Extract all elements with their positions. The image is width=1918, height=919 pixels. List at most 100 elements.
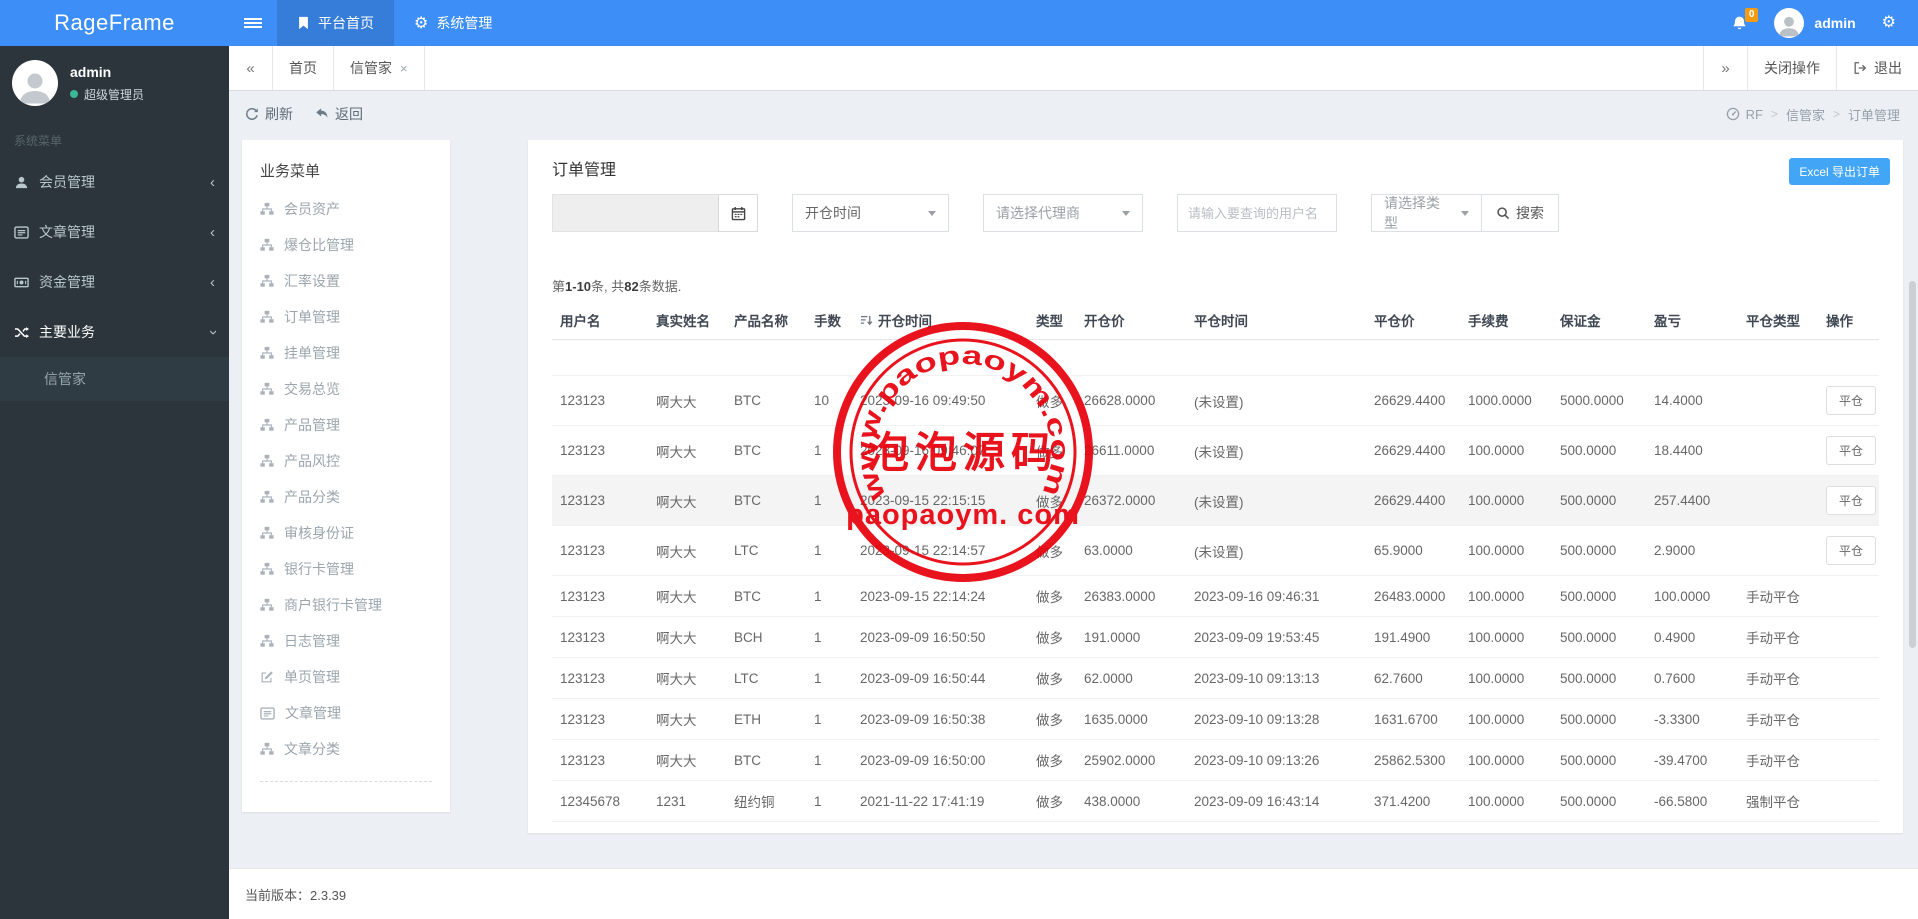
table-cell: 做多 — [1028, 780, 1076, 822]
open-time-select[interactable]: 开仓时间 — [792, 194, 949, 232]
sidebar-item-3[interactable]: 主要业务 ‹ — [0, 307, 229, 357]
business-menu-item-4[interactable]: 挂单管理 — [260, 335, 432, 371]
table-cell: 1635.0000 — [1076, 698, 1186, 740]
table-cell: 2023-09-10 09:13:26 — [1186, 739, 1366, 781]
breadcrumb-root[interactable]: RF — [1726, 107, 1763, 122]
close-position-button[interactable]: 平仓 — [1826, 436, 1877, 465]
table-cell: 100.0000 — [1460, 657, 1552, 699]
table-cell: LTC — [726, 525, 806, 576]
chevron-down-icon — [928, 210, 936, 216]
business-menu-item-11[interactable]: 商户银行卡管理 — [260, 587, 432, 623]
table-row: 123123 啊大大 BTC 1 2023-09-15 22:15:15 做多 26372.… — [552, 475, 1879, 526]
table-cell: 做多 — [1028, 425, 1076, 476]
sidebar: admin 超级管理员 系统菜单 会员管理 ‹ 文章管理 ‹ 资金管理 ‹ 主要业务 ‹ 信管… — [0, 46, 229, 919]
sidebar-item-0[interactable]: 会员管理 ‹ — [0, 157, 229, 207]
user-menu-button[interactable]: admin — [1774, 8, 1856, 38]
business-menu-item-1[interactable]: 爆仓比管理 — [260, 227, 432, 263]
table-cell: 0.7600 — [1646, 657, 1738, 699]
status-dot — [70, 90, 78, 98]
username-search-input[interactable] — [1177, 194, 1337, 232]
business-menu-item-6[interactable]: 产品管理 — [260, 407, 432, 443]
table-cell: 123123 — [552, 657, 648, 699]
table-cell: -66.5800 — [1646, 780, 1738, 822]
close-tab-icon[interactable]: × — [400, 61, 408, 76]
footer: 当前版本：2.3.39 — [229, 868, 1918, 919]
sidebar-item-xinguanjia[interactable]: 信管家 — [0, 357, 229, 401]
close-operations-button[interactable]: 关闭操作 — [1747, 46, 1836, 90]
excel-export-button[interactable]: Excel 导出订单 — [1789, 158, 1890, 185]
nav-item-1[interactable]: ⚙ 系统管理 — [394, 0, 512, 46]
table-cell: 123123 — [552, 525, 648, 576]
sortable-column-header[interactable]: 开仓时间 — [860, 310, 932, 330]
table-row: 123123 啊大大 ETH 1 2023-09-09 16:50:38 做多 1635.0… — [552, 698, 1879, 740]
business-menu-item-8[interactable]: 产品分类 — [260, 479, 432, 515]
nav-item-0[interactable]: 平台首页 — [277, 0, 394, 46]
table-cell: BTC — [726, 375, 806, 426]
breadcrumb-xinguanjia[interactable]: 信管家 — [1786, 105, 1825, 124]
breadcrumb-order-management: 订单管理 — [1847, 107, 1900, 123]
table-cell: 做多 — [1028, 739, 1076, 781]
refresh-button[interactable]: 刷新 — [245, 104, 293, 124]
tabs-scroll-right-button[interactable]: » — [1703, 46, 1747, 90]
business-menu-item-15[interactable]: 文章分类 — [260, 731, 432, 767]
table-cell: 做多 — [1028, 375, 1076, 426]
close-position-button[interactable]: 平仓 — [1826, 386, 1877, 415]
agent-select[interactable]: 请选择代理商 — [983, 194, 1143, 232]
sitemap-icon — [260, 742, 274, 756]
sitemap-icon — [260, 202, 274, 216]
calendar-button[interactable] — [718, 194, 758, 232]
close-position-button[interactable]: 平仓 — [1826, 486, 1877, 515]
table-cell: 26629.4400 — [1366, 475, 1460, 526]
notifications-button[interactable]: 0 — [1731, 7, 1759, 32]
business-menu-item-3[interactable]: 订单管理 — [260, 299, 432, 335]
date-range-input[interactable] — [552, 194, 718, 232]
table-cell: 啊大大 — [648, 375, 726, 426]
sitemap-icon — [260, 562, 274, 576]
table-cell — [552, 339, 648, 376]
table-row: 123123 啊大大 BTC 1 2023-09-15 22:14:24 做多 26383.… — [552, 575, 1879, 617]
tab-home[interactable]: 首页 — [273, 46, 334, 90]
type-select[interactable]: 请选择类型 — [1371, 194, 1481, 232]
tab-xinguanjia[interactable]: 信管家 × — [334, 46, 425, 90]
table-cell: 做多 — [1028, 475, 1076, 526]
back-button[interactable]: 返回 — [315, 104, 363, 124]
table-cell — [1552, 339, 1646, 376]
table-cell: 500.0000 — [1552, 657, 1646, 699]
logout-button[interactable]: 退出 — [1836, 46, 1918, 90]
close-position-button[interactable]: 平仓 — [1826, 536, 1877, 565]
sidebar-toggle-button[interactable] — [229, 0, 277, 46]
business-menu-item-13[interactable]: 单页管理 — [260, 659, 432, 695]
table-cell: 1 — [806, 475, 852, 526]
business-menu-item-12[interactable]: 日志管理 — [260, 623, 432, 659]
navbar-menu: 平台首页 ⚙ 系统管理 — [277, 0, 512, 46]
table-cell: 25862.5300 — [1366, 739, 1460, 781]
table-cell: 500.0000 — [1552, 698, 1646, 740]
table-cell: 啊大大 — [648, 475, 726, 526]
sidebar-item-1[interactable]: 文章管理 ‹ — [0, 207, 229, 257]
sidebar-item-2[interactable]: 资金管理 ‹ — [0, 257, 229, 307]
table-cell: 1000.0000 — [1460, 375, 1552, 426]
tabs-scroll-left-button[interactable]: « — [229, 46, 273, 90]
table-cell — [648, 339, 726, 376]
search-button[interactable]: 搜索 — [1481, 194, 1559, 232]
business-menu-item-9[interactable]: 审核身份证 — [260, 515, 432, 551]
action-cell — [1818, 575, 1879, 617]
business-menu-item-14[interactable]: 文章管理 — [260, 695, 432, 731]
action-cell: 平仓 — [1818, 475, 1879, 526]
action-cell — [1818, 616, 1879, 658]
page-scrollbar-thumb[interactable] — [1909, 281, 1916, 648]
table-cell: 手动平仓 — [1738, 657, 1818, 699]
table-cell: 500.0000 — [1552, 475, 1646, 526]
business-menu-item-5[interactable]: 交易总览 — [260, 371, 432, 407]
table-cell — [1186, 339, 1366, 376]
business-menu-item-0[interactable]: 会员资产 — [260, 191, 432, 227]
settings-gear-icon[interactable]: ⚙ — [1882, 15, 1896, 31]
table-cell — [1738, 375, 1818, 426]
business-menu-item-7[interactable]: 产品风控 — [260, 443, 432, 479]
money-icon — [14, 275, 29, 290]
business-menu-item-10[interactable]: 银行卡管理 — [260, 551, 432, 587]
business-menu-item-2[interactable]: 汇率设置 — [260, 263, 432, 299]
table-cell: 2023-09-09 16:43:14 — [1186, 780, 1366, 822]
table-cell: 14.4000 — [1646, 375, 1738, 426]
table-cell: 26629.4400 — [1366, 425, 1460, 476]
